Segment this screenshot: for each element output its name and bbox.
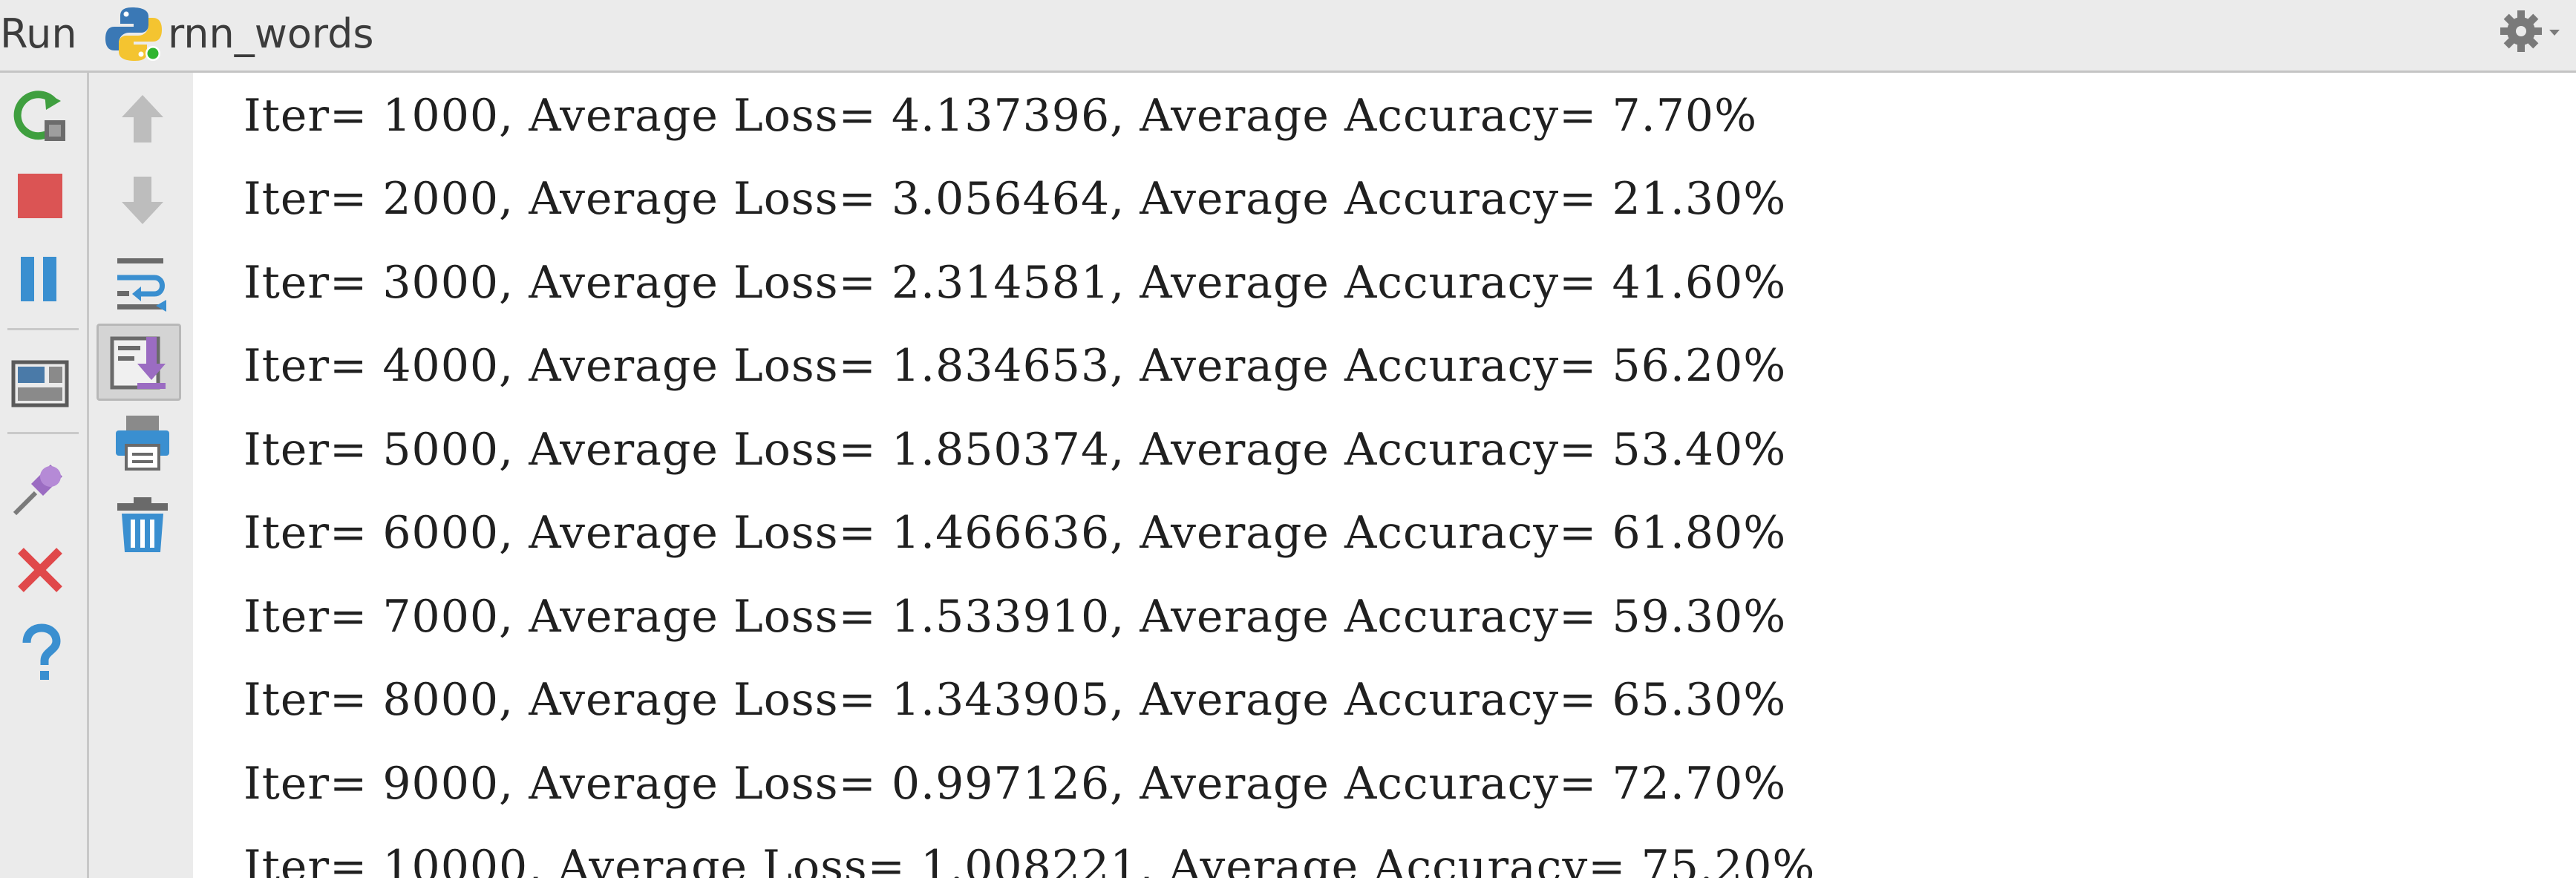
console-line: Iter= 3000, Average Loss= 2.314581, Aver… — [243, 257, 1787, 309]
python-icon — [102, 1, 165, 64]
soft-wrap-icon[interactable] — [111, 251, 174, 313]
pause-icon[interactable] — [9, 248, 71, 310]
up-arrow-icon[interactable] — [111, 88, 174, 150]
pin-icon[interactable] — [9, 456, 71, 518]
console-line: Iter= 6000, Average Loss= 1.466636, Aver… — [243, 507, 1787, 559]
run-configuration-name[interactable]: rnn_words — [168, 4, 374, 64]
console-line: Iter= 9000, Average Loss= 0.997126, Aver… — [243, 758, 1787, 810]
down-arrow-icon[interactable] — [111, 169, 174, 232]
console-line: Iter= 10000, Average Loss= 1.008221, Ave… — [243, 841, 1816, 878]
console-line: Iter= 7000, Average Loss= 1.533910, Aver… — [243, 591, 1787, 643]
toolbar-separator — [7, 432, 79, 434]
scroll-to-end-icon[interactable] — [97, 324, 181, 401]
console-line: Iter= 8000, Average Loss= 1.343905, Aver… — [243, 674, 1787, 726]
console-actions-toolbar — [89, 73, 193, 878]
run-actions-toolbar — [0, 73, 89, 878]
run-title-bar: Run rnn_words — [0, 0, 2576, 73]
run-tool-window: Run rnn_words Iter= 1000, Average Loss= … — [0, 0, 2576, 878]
console-line: Iter= 2000, Average Loss= 3.056464, Aver… — [243, 173, 1787, 225]
gear-icon[interactable] — [2496, 4, 2563, 56]
restore-layout-icon[interactable] — [9, 352, 71, 414]
run-label: Run — [0, 10, 77, 57]
console-line: Iter= 4000, Average Loss= 1.834653, Aver… — [243, 340, 1787, 392]
stop-icon[interactable] — [9, 165, 71, 227]
help-icon[interactable] — [9, 622, 71, 684]
console-line: Iter= 1000, Average Loss= 4.137396, Aver… — [243, 90, 1758, 142]
close-icon[interactable] — [9, 539, 71, 601]
toolbar-separator — [7, 328, 79, 330]
rerun-icon[interactable] — [9, 85, 71, 147]
print-icon[interactable] — [111, 411, 174, 474]
trash-icon[interactable] — [111, 493, 174, 555]
console-output[interactable]: Iter= 1000, Average Loss= 4.137396, Aver… — [193, 73, 2576, 878]
console-line: Iter= 5000, Average Loss= 1.850374, Aver… — [243, 424, 1787, 476]
